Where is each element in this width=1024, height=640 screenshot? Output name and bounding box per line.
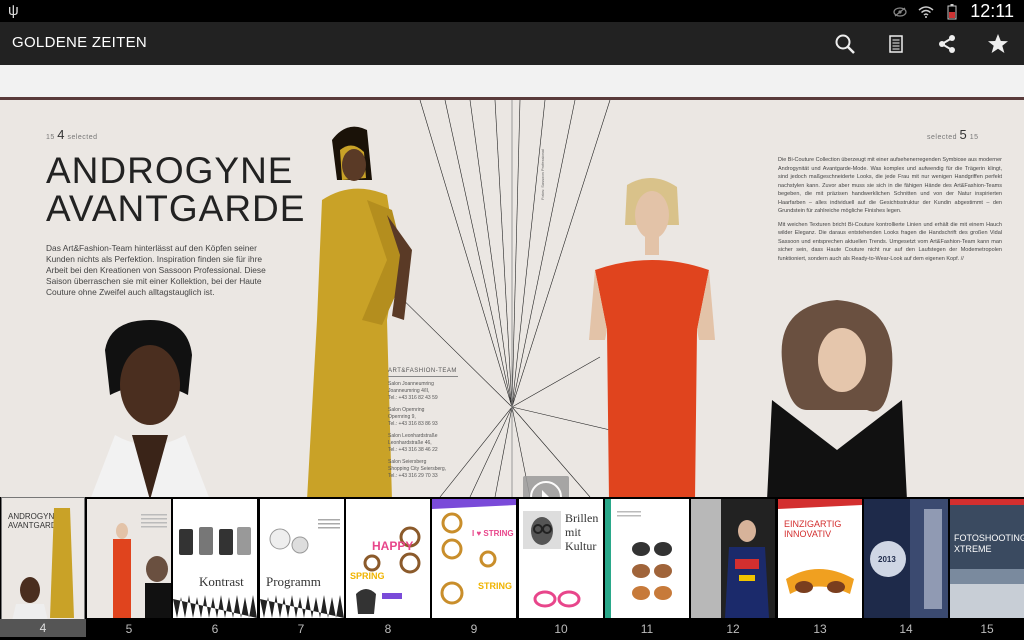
toolbar-strip [0,65,1024,97]
team-entry: Salon Joanneumring Joanneumring 4/II, Te… [388,381,438,401]
thumbnail-label: 14 [899,622,913,636]
team-entry: Salon Leonhardstraße Leonhardstraße 46, … [388,433,438,453]
battery-icon [944,3,960,20]
thumbnail-label: 5 [125,622,133,636]
thumbnail-title: Programm [266,574,321,589]
thumbnail-title: FOTOSHOOTING XTREME [954,533,1024,554]
action-bar: GOLDENE ZEITEN [0,22,1024,65]
thumbnail-page-5[interactable] [87,499,171,618]
thumbnail-title: Brillen mit Kultur [565,511,599,553]
video-play-button[interactable] [523,476,569,498]
team-contact-box: ART&FASHION-TEAM Salon Joanneumring Joan… [388,368,458,485]
model-orange-dress-image [589,177,715,497]
right-page-number: selected 5 15 [927,127,979,142]
clock: 12:11 [970,1,1014,21]
thumbnail-subtitle: STRING [478,581,513,591]
thumbnail-label: 6 [211,622,219,636]
table-of-contents-icon[interactable] [882,30,910,58]
left-page-number: 15 4 selected [46,127,98,142]
thumbnail-title: EINZIGARTIG INNOVATIV [784,519,842,539]
left-page: 15 4 selected ANDROGYNE AVANTGARDE Das A… [0,100,512,497]
thumbnail-subtitle: SPRING [350,571,385,581]
thumbnail-title: I ♥ STRING [472,529,514,538]
play-icon [530,481,562,498]
thumbnail-label: 7 [297,622,305,636]
usb-icon: ψ [8,2,19,19]
model-portrait-image [91,320,209,497]
system-icons: 12:11 [892,1,1014,22]
star-icon[interactable] [984,30,1012,58]
photo-credit: Fotos: Sassoon Professional [540,149,545,200]
thumbnail-label: 11 [640,622,654,636]
team-entry: Salon Seiersberg Shopping City Seiersber… [388,459,447,479]
share-icon[interactable] [933,30,961,58]
thumbnail-page-6[interactable]: Kontrast [173,499,257,618]
page-thumbnail-strip[interactable]: ANDROGYNE AVANTGARDE 4 5 Kontrast 6 Progr… [0,497,1024,640]
thumbnail-label: 9 [470,622,478,636]
article-body: Die Bi-Couture Collection überzeugt mit … [778,157,1002,262]
thumbnail-page-10[interactable]: Brillen mit Kultur [519,499,603,618]
right-page: selected 5 15 Fotos: Sassoon Professiona… [512,100,1024,497]
search-icon[interactable] [831,30,859,58]
thumbnail-label: 12 [726,622,740,636]
thumbnail-page-14[interactable]: 2013 [864,499,948,618]
thumbnail-title: HAPPY [372,539,414,553]
thumbnail-label: 4 [0,619,86,637]
model-wavy-hair-image [767,300,907,497]
thumbnail-page-15[interactable]: FOTOSHOOTING XTREME [950,499,1024,618]
thumbnail-page-9[interactable]: I ♥ STRING STRING [432,499,516,618]
team-entry: Salon Opernring Opernring 9, Tel.: +43 3… [388,407,438,427]
eye-icon [892,4,908,20]
thumbnail-label: 13 [813,622,827,636]
magazine-title: GOLDENE ZEITEN [12,34,148,51]
thumbnail-page-11[interactable] [605,499,689,618]
thumbnail-page-8[interactable]: HAPPY SPRING [346,499,430,618]
thumbnail-page-7[interactable]: Programm [260,499,344,618]
article-intro: Das Art&Fashion-Team hinterlässt auf den… [46,243,266,297]
thumbnail-page-4[interactable]: ANDROGYNE AVANTGARDE [1,497,85,620]
thumbnail-page-13[interactable]: EINZIGARTIG INNOVATIV [778,499,862,618]
thumbnail-label: 8 [384,622,392,636]
thumbnail-label: 10 [554,622,568,636]
article-headline: ANDROGYNE AVANTGARDE [46,150,306,229]
thumbnail-badge: 2013 [878,555,896,564]
thumbnail-label: 15 [980,622,994,636]
thumbnail-title: Kontrast [199,574,244,589]
team-heading: ART&FASHION-TEAM [388,368,458,377]
wifi-icon [918,4,934,20]
thumbnail-page-12[interactable] [691,499,775,618]
magazine-spread[interactable]: 15 4 selected ANDROGYNE AVANTGARDE Das A… [0,97,1024,497]
status-bar: ψ 12:11 [0,0,1024,22]
